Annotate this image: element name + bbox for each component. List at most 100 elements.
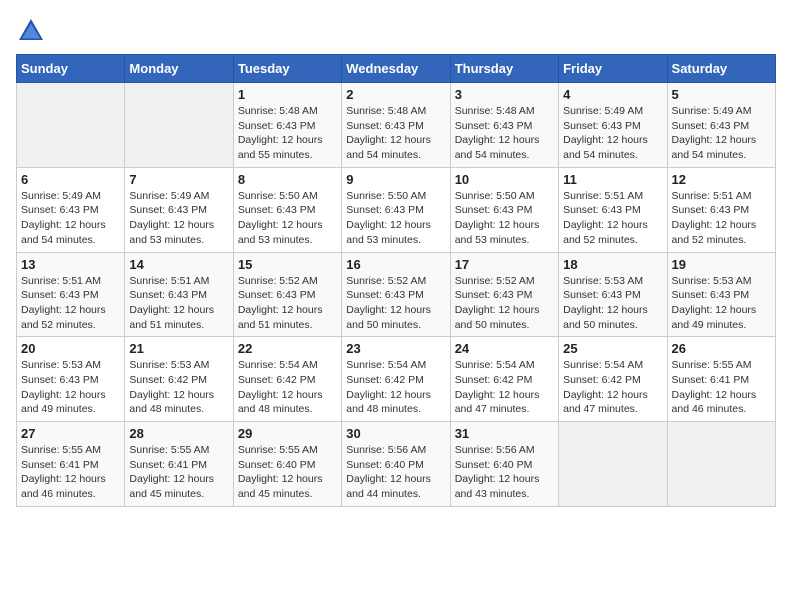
- day-number: 11: [563, 172, 662, 187]
- calendar-cell: 19 Sunrise: 5:53 AMSunset: 6:43 PMDayligh…: [667, 252, 775, 337]
- calendar-cell: 12 Sunrise: 5:51 AMSunset: 6:43 PMDayligh…: [667, 167, 775, 252]
- day-number: 16: [346, 257, 445, 272]
- calendar-cell: 1 Sunrise: 5:48 AMSunset: 6:43 PMDaylight…: [233, 83, 341, 168]
- calendar-cell: 27 Sunrise: 5:55 AMSunset: 6:41 PMDayligh…: [17, 422, 125, 507]
- calendar-cell: [667, 422, 775, 507]
- calendar-cell: 17Sunrise: 5:52 AMSunset: 6:43 PMDayligh…: [450, 252, 558, 337]
- weekday-header-tuesday: Tuesday: [233, 55, 341, 83]
- day-detail: Sunrise: 5:56 AMSunset: 6:40 PMDaylight:…: [455, 443, 554, 502]
- day-detail: Sunrise: 5:50 AMSunset: 6:43 PMDaylight:…: [455, 189, 554, 248]
- calendar-cell: 5 Sunrise: 5:49 AMSunset: 6:43 PMDaylight…: [667, 83, 775, 168]
- day-detail: Sunrise: 5:54 AMSunset: 6:42 PMDaylight:…: [455, 358, 554, 417]
- logo: [16, 16, 50, 46]
- day-detail: Sunrise: 5:53 AMSunset: 6:43 PMDaylight:…: [563, 274, 662, 333]
- calendar-week-row: 20Sunrise: 5:53 AMSunset: 6:43 PMDayligh…: [17, 337, 776, 422]
- weekday-header-friday: Friday: [559, 55, 667, 83]
- calendar-cell: 6 Sunrise: 5:49 AMSunset: 6:43 PMDaylight…: [17, 167, 125, 252]
- calendar-cell: 18 Sunrise: 5:53 AMSunset: 6:43 PMDayligh…: [559, 252, 667, 337]
- calendar-week-row: 13 Sunrise: 5:51 AMSunset: 6:43 PMDayligh…: [17, 252, 776, 337]
- day-detail: Sunrise: 5:52 AMSunset: 6:43 PMDaylight:…: [455, 274, 554, 333]
- day-detail: Sunrise: 5:56 AMSunset: 6:40 PMDaylight:…: [346, 443, 445, 502]
- day-number: 18: [563, 257, 662, 272]
- calendar-cell: 4 Sunrise: 5:49 AMSunset: 6:43 PMDaylight…: [559, 83, 667, 168]
- day-detail: Sunrise: 5:51 AMSunset: 6:43 PMDaylight:…: [563, 189, 662, 248]
- day-number: 4: [563, 87, 662, 102]
- calendar-cell: 11 Sunrise: 5:51 AMSunset: 6:43 PMDayligh…: [559, 167, 667, 252]
- day-number: 7: [129, 172, 228, 187]
- day-number: 15: [238, 257, 337, 272]
- calendar-table: SundayMondayTuesdayWednesdayThursdayFrid…: [16, 54, 776, 507]
- day-detail: Sunrise: 5:55 AMSunset: 6:41 PMDaylight:…: [672, 358, 771, 417]
- day-number: 30: [346, 426, 445, 441]
- day-detail: Sunrise: 5:51 AMSunset: 6:43 PMDaylight:…: [672, 189, 771, 248]
- day-detail: Sunrise: 5:50 AMSunset: 6:43 PMDaylight:…: [346, 189, 445, 248]
- calendar-cell: 8 Sunrise: 5:50 AMSunset: 6:43 PMDaylight…: [233, 167, 341, 252]
- calendar-week-row: 1 Sunrise: 5:48 AMSunset: 6:43 PMDaylight…: [17, 83, 776, 168]
- day-detail: Sunrise: 5:55 AMSunset: 6:40 PMDaylight:…: [238, 443, 337, 502]
- day-detail: Sunrise: 5:48 AMSunset: 6:43 PMDaylight:…: [238, 104, 337, 163]
- page-header: [16, 16, 776, 46]
- weekday-header-thursday: Thursday: [450, 55, 558, 83]
- day-detail: Sunrise: 5:49 AMSunset: 6:43 PMDaylight:…: [672, 104, 771, 163]
- day-number: 6: [21, 172, 120, 187]
- calendar-cell: 21 Sunrise: 5:53 AMSunset: 6:42 PMDayligh…: [125, 337, 233, 422]
- calendar-cell: 3 Sunrise: 5:48 AMSunset: 6:43 PMDaylight…: [450, 83, 558, 168]
- calendar-cell: 9 Sunrise: 5:50 AMSunset: 6:43 PMDaylight…: [342, 167, 450, 252]
- day-number: 1: [238, 87, 337, 102]
- day-detail: Sunrise: 5:48 AMSunset: 6:43 PMDaylight:…: [455, 104, 554, 163]
- weekday-header-row: SundayMondayTuesdayWednesdayThursdayFrid…: [17, 55, 776, 83]
- weekday-header-saturday: Saturday: [667, 55, 775, 83]
- calendar-week-row: 27 Sunrise: 5:55 AMSunset: 6:41 PMDayligh…: [17, 422, 776, 507]
- day-number: 19: [672, 257, 771, 272]
- day-number: 28: [129, 426, 228, 441]
- day-detail: Sunrise: 5:49 AMSunset: 6:43 PMDaylight:…: [563, 104, 662, 163]
- calendar-cell: [17, 83, 125, 168]
- calendar-cell: [559, 422, 667, 507]
- calendar-cell: 7 Sunrise: 5:49 AMSunset: 6:43 PMDaylight…: [125, 167, 233, 252]
- day-detail: Sunrise: 5:54 AMSunset: 6:42 PMDaylight:…: [238, 358, 337, 417]
- day-detail: Sunrise: 5:52 AMSunset: 6:43 PMDaylight:…: [346, 274, 445, 333]
- day-number: 12: [672, 172, 771, 187]
- day-detail: Sunrise: 5:49 AMSunset: 6:43 PMDaylight:…: [129, 189, 228, 248]
- calendar-cell: 23 Sunrise: 5:54 AMSunset: 6:42 PMDayligh…: [342, 337, 450, 422]
- calendar-cell: 24 Sunrise: 5:54 AMSunset: 6:42 PMDayligh…: [450, 337, 558, 422]
- calendar-cell: 25Sunrise: 5:54 AMSunset: 6:42 PMDayligh…: [559, 337, 667, 422]
- logo-icon: [16, 16, 46, 46]
- day-number: 13: [21, 257, 120, 272]
- calendar-cell: 28 Sunrise: 5:55 AMSunset: 6:41 PMDayligh…: [125, 422, 233, 507]
- day-detail: Sunrise: 5:54 AMSunset: 6:42 PMDaylight:…: [563, 358, 662, 417]
- day-detail: Sunrise: 5:54 AMSunset: 6:42 PMDaylight:…: [346, 358, 445, 417]
- day-number: 27: [21, 426, 120, 441]
- weekday-header-sunday: Sunday: [17, 55, 125, 83]
- day-number: 2: [346, 87, 445, 102]
- calendar-cell: 29Sunrise: 5:55 AMSunset: 6:40 PMDayligh…: [233, 422, 341, 507]
- day-number: 26: [672, 341, 771, 356]
- day-detail: Sunrise: 5:55 AMSunset: 6:41 PMDaylight:…: [21, 443, 120, 502]
- calendar-cell: 30 Sunrise: 5:56 AMSunset: 6:40 PMDayligh…: [342, 422, 450, 507]
- calendar-cell: 26 Sunrise: 5:55 AMSunset: 6:41 PMDayligh…: [667, 337, 775, 422]
- calendar-cell: 16 Sunrise: 5:52 AMSunset: 6:43 PMDayligh…: [342, 252, 450, 337]
- day-detail: Sunrise: 5:53 AMSunset: 6:43 PMDaylight:…: [672, 274, 771, 333]
- day-detail: Sunrise: 5:51 AMSunset: 6:43 PMDaylight:…: [21, 274, 120, 333]
- day-detail: Sunrise: 5:50 AMSunset: 6:43 PMDaylight:…: [238, 189, 337, 248]
- day-detail: Sunrise: 5:53 AMSunset: 6:42 PMDaylight:…: [129, 358, 228, 417]
- day-number: 20: [21, 341, 120, 356]
- weekday-header-wednesday: Wednesday: [342, 55, 450, 83]
- day-number: 31: [455, 426, 554, 441]
- weekday-header-monday: Monday: [125, 55, 233, 83]
- calendar-cell: 10Sunrise: 5:50 AMSunset: 6:43 PMDayligh…: [450, 167, 558, 252]
- calendar-cell: 2Sunrise: 5:48 AMSunset: 6:43 PMDaylight…: [342, 83, 450, 168]
- day-detail: Sunrise: 5:55 AMSunset: 6:41 PMDaylight:…: [129, 443, 228, 502]
- day-number: 3: [455, 87, 554, 102]
- day-number: 21: [129, 341, 228, 356]
- calendar-cell: 20Sunrise: 5:53 AMSunset: 6:43 PMDayligh…: [17, 337, 125, 422]
- calendar-cell: 22Sunrise: 5:54 AMSunset: 6:42 PMDayligh…: [233, 337, 341, 422]
- day-detail: Sunrise: 5:49 AMSunset: 6:43 PMDaylight:…: [21, 189, 120, 248]
- day-number: 9: [346, 172, 445, 187]
- day-number: 14: [129, 257, 228, 272]
- calendar-cell: 15Sunrise: 5:52 AMSunset: 6:43 PMDayligh…: [233, 252, 341, 337]
- day-number: 8: [238, 172, 337, 187]
- day-number: 24: [455, 341, 554, 356]
- day-number: 5: [672, 87, 771, 102]
- day-number: 23: [346, 341, 445, 356]
